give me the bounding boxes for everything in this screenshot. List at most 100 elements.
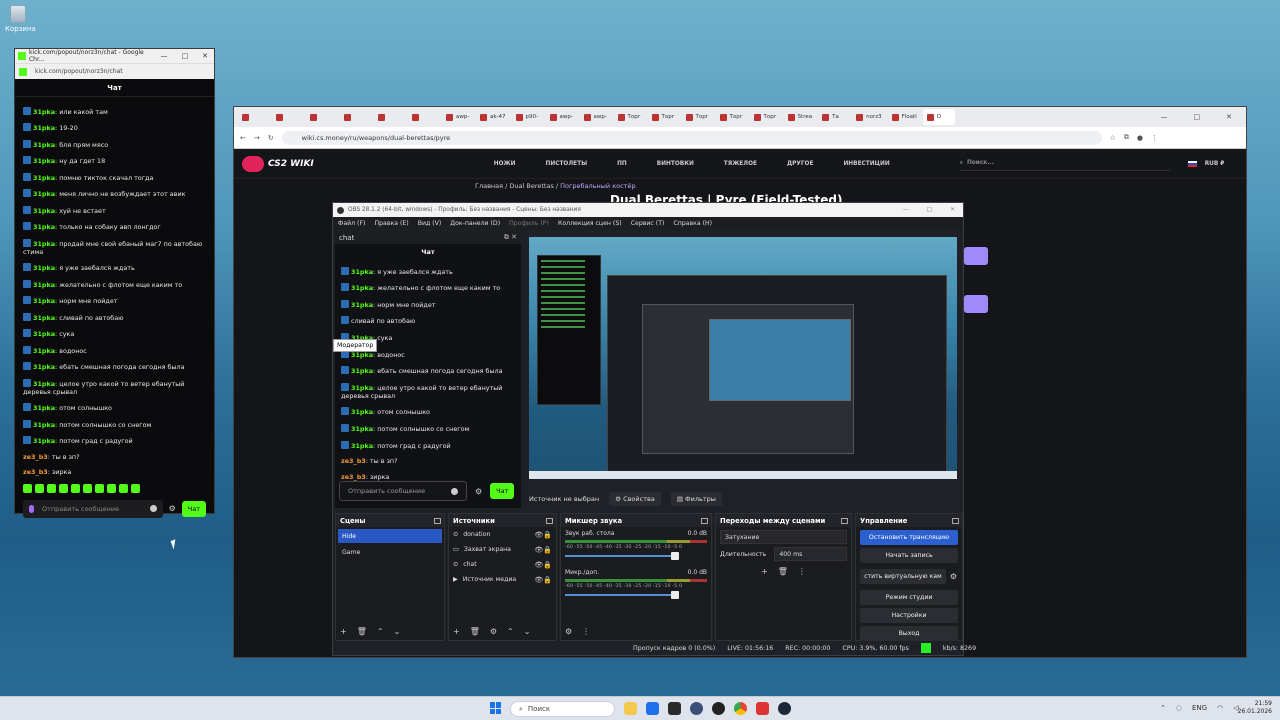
chat-username[interactable]: 31pka	[33, 174, 55, 182]
menu-scene-collection[interactable]: Коллекция сцен (S)	[558, 220, 622, 227]
volume-slider[interactable]	[565, 552, 679, 560]
browser-tab[interactable]: awp-	[442, 109, 474, 125]
trash-icon[interactable]: 🗑	[778, 567, 788, 576]
moderator-badge-icon[interactable]	[23, 312, 31, 321]
chat-send-button[interactable]: Чат	[181, 500, 206, 517]
properties-button[interactable]: ⚙ Свойства	[609, 492, 661, 506]
dock-float-close-icon[interactable]: ⧉ ✕	[504, 233, 521, 242]
menu-dots-icon[interactable]: ⋮	[798, 567, 806, 576]
forward-arrow-icon[interactable]: →	[254, 134, 260, 142]
chat-username[interactable]: ze3_b3	[23, 468, 48, 476]
moderator-badge-icon[interactable]	[23, 205, 31, 214]
menu-tools[interactable]: Сервис (T)	[631, 220, 665, 227]
browser-tab[interactable]: norz3	[852, 109, 886, 125]
trash-icon[interactable]: 🗑	[470, 627, 480, 636]
browser-tab[interactable]: ak-47	[476, 109, 510, 125]
chat-username[interactable]: 31pka	[33, 380, 55, 388]
chat-username[interactable]: 31pka	[33, 404, 55, 412]
emote-icon[interactable]	[59, 483, 68, 493]
extensions-icon[interactable]: ⧉	[1124, 133, 1129, 142]
moderator-badge-icon[interactable]	[341, 266, 349, 275]
browser-tab[interactable]	[408, 109, 440, 125]
move-down-icon[interactable]: ⌄	[524, 627, 531, 636]
emoji-icon[interactable]	[149, 505, 157, 512]
chat-username[interactable]: 31pka	[33, 264, 55, 272]
chat-username[interactable]: ze3_b3	[341, 457, 366, 465]
chat-username[interactable]: ze3_b3	[23, 453, 48, 461]
emote-icon[interactable]	[119, 483, 128, 493]
back-arrow-icon[interactable]: ←	[240, 134, 246, 142]
chat-username[interactable]: 31pka	[33, 141, 55, 149]
close-icon[interactable]: ✕	[1226, 113, 1232, 121]
emote-icon[interactable]	[35, 483, 44, 493]
recycle-bin-desktop-icon[interactable]: Корзина	[5, 5, 36, 33]
chat-username[interactable]: 31pka	[351, 301, 373, 309]
profile-icon[interactable]: ●	[1137, 134, 1143, 142]
exit-button[interactable]: Выход	[860, 626, 958, 641]
browser-tab[interactable]	[238, 109, 270, 125]
browser-tab[interactable]: Та	[818, 109, 850, 125]
windows-start-icon[interactable]	[490, 702, 502, 714]
volume-slider-handle[interactable]	[671, 552, 679, 560]
chat-username[interactable]: ze3_b3	[341, 473, 366, 481]
browser-tab[interactable]: Торг	[750, 109, 782, 125]
source-item[interactable]: ▶ Источник медиа 👁🔒	[449, 572, 556, 587]
browser-tab[interactable]	[306, 109, 338, 125]
dock-undock-icon[interactable]	[701, 517, 708, 524]
emote-icon[interactable]	[83, 483, 92, 493]
clock[interactable]: 21:59 26.01.2026	[1238, 700, 1272, 716]
network-icon[interactable]: ◌	[1176, 704, 1182, 712]
chat-message-input[interactable]: Отправить сообщение	[23, 499, 163, 518]
browser-tab[interactable]: Торг	[716, 109, 748, 125]
nav-item-knives[interactable]: НОЖИ	[494, 161, 516, 167]
chrome-icon[interactable]	[734, 702, 747, 715]
menu-file[interactable]: Файл (F)	[338, 220, 365, 227]
moderator-badge-icon[interactable]	[23, 403, 31, 411]
emote-icon[interactable]	[23, 483, 32, 493]
menu-dots-icon[interactable]: ⋮	[582, 627, 590, 636]
maximize-icon[interactable]: □	[1194, 113, 1201, 121]
chat-username[interactable]: 31pka	[33, 347, 55, 355]
emote-icon[interactable]	[71, 483, 80, 493]
moderator-badge-icon[interactable]	[23, 362, 31, 370]
site-logo[interactable]: CS2 WIKI	[242, 155, 314, 172]
browser-tab[interactable]: Strea	[784, 109, 817, 125]
purple-button[interactable]	[964, 247, 988, 265]
site-search-input[interactable]: ⌕ Поиск...	[959, 157, 1170, 171]
menu-profile[interactable]: Профиль (P)	[509, 220, 549, 227]
moderator-badge-icon[interactable]	[341, 283, 349, 292]
advanced-audio-icon[interactable]: ⚙	[565, 627, 572, 636]
duration-input[interactable]: 400 ms	[774, 547, 847, 561]
visibility-lock-icon[interactable]: 👁🔒	[534, 576, 552, 584]
address-bar[interactable]: wiki.cs.money/ru/weapons/dual-berettas/p…	[281, 130, 1102, 145]
browser-tab[interactable]: Торг	[648, 109, 680, 125]
volume-slider-handle[interactable]	[671, 591, 679, 599]
breadcrumb-path[interactable]: Главная / Dual Berettas /	[475, 182, 560, 190]
dock-undock-icon[interactable]	[952, 517, 959, 524]
visibility-lock-icon[interactable]: 👁🔒	[534, 531, 552, 539]
nav-item-other[interactable]: ДРУГОЕ	[787, 161, 813, 167]
chat-dock-send-button[interactable]: Чат	[490, 483, 515, 499]
dock-undock-icon[interactable]	[841, 517, 848, 524]
steam-icon[interactable]	[778, 702, 791, 715]
close-icon[interactable]: ✕	[950, 207, 955, 213]
volume-slider[interactable]	[565, 591, 679, 599]
moderator-badge-icon[interactable]	[23, 436, 31, 444]
emote-icon[interactable]	[95, 483, 104, 493]
chat-username[interactable]: 31pka	[351, 384, 373, 392]
moderator-badge-icon[interactable]	[23, 123, 31, 131]
moderator-badge-icon[interactable]	[23, 172, 31, 181]
move-up-icon[interactable]: ⌃	[377, 627, 384, 636]
maximize-icon[interactable]: □	[182, 52, 189, 60]
chat-username[interactable]: 31pka	[33, 108, 55, 116]
moderator-badge-icon[interactable]	[23, 345, 31, 354]
chat-settings-gear-icon[interactable]: ⚙	[475, 487, 482, 496]
chat-window-url-bar[interactable]: kick.com/popout/norz3n/chat	[15, 63, 214, 79]
browser-tab[interactable]	[340, 109, 372, 125]
chat-username[interactable]: 31pka	[33, 363, 55, 371]
moderator-badge-icon[interactable]	[23, 238, 31, 247]
nav-item-smg[interactable]: ПП	[617, 161, 627, 167]
moderator-badge-icon[interactable]	[23, 296, 31, 304]
add-icon[interactable]: +	[340, 627, 347, 636]
scene-item[interactable]: Game	[338, 545, 442, 559]
